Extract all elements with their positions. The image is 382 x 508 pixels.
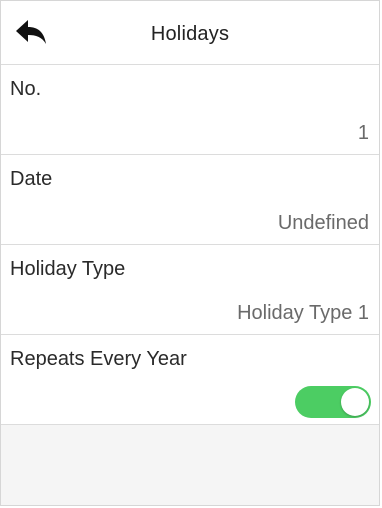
row-label-repeats-every-year: Repeats Every Year [10, 348, 187, 370]
row-value-date: Undefined [277, 212, 369, 234]
row-repeats-every-year[interactable]: Repeats Every Year [1, 335, 379, 425]
row-holiday-type[interactable]: Holiday Type Holiday Type 1 [1, 245, 379, 335]
row-label-holiday-type: Holiday Type [10, 258, 126, 280]
row-label-number: No. [10, 78, 42, 100]
row-number[interactable]: No. 1 [1, 65, 379, 155]
toggle-knob [341, 388, 369, 416]
repeats-every-year-toggle[interactable] [295, 386, 371, 418]
row-value-number: 1 [357, 122, 369, 144]
row-date[interactable]: Date Undefined [1, 155, 379, 245]
page-title: Holidays [150, 23, 230, 45]
header-bar: Holidays [1, 1, 379, 65]
row-value-holiday-type: Holiday Type 1 [237, 302, 369, 324]
device-screen: Holidays No. 1 Date Undefined Holiday Ty… [0, 0, 380, 506]
row-label-date: Date [10, 168, 53, 190]
